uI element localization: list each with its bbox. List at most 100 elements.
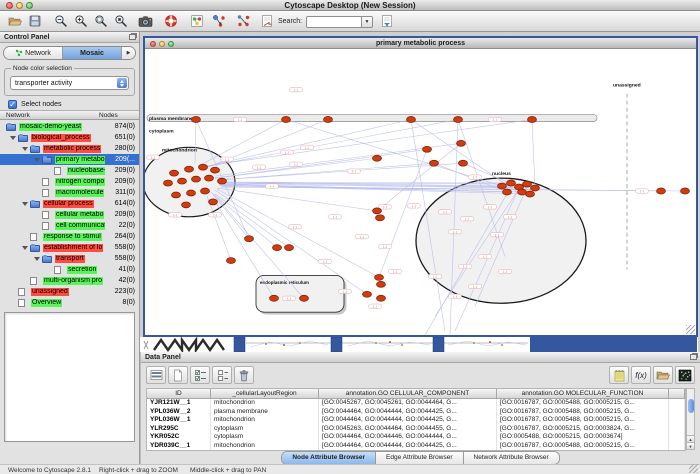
zoom-out-button[interactable]	[52, 13, 70, 29]
network-frame-titlebar[interactable]: primary metabolic process	[145, 38, 696, 49]
network-node[interactable]	[363, 291, 372, 297]
frame-zoom-button[interactable]	[168, 41, 174, 47]
snapshot-button[interactable]	[136, 13, 154, 29]
layout-button-2[interactable]	[234, 13, 252, 29]
network-node[interactable]	[199, 164, 208, 170]
scrollbar-thumb[interactable]	[688, 399, 694, 413]
tree-row-transport[interactable]: transport558(0)	[0, 253, 139, 264]
annotation-button[interactable]	[258, 13, 276, 29]
network-node[interactable]	[209, 199, 218, 205]
tree-row-nucleobase[interactable]: nucleobase-209(0)	[0, 165, 139, 176]
expand-triangle-icon[interactable]	[34, 158, 40, 162]
column-header-cellularlayoutregion[interactable]: _cellularLayoutRegion	[211, 389, 319, 399]
data-panel-float-icon[interactable]	[690, 354, 697, 360]
network-node[interactable]	[457, 140, 466, 146]
tree-row-unassigned[interactable]: unassigned223(0)	[0, 286, 139, 297]
network-node[interactable]	[523, 181, 532, 187]
minimize-button[interactable]	[16, 2, 23, 9]
select-nodes-checkbox[interactable]: ✓	[8, 100, 17, 109]
network-node[interactable]	[218, 178, 227, 184]
tree-row-secretion[interactable]: secretion41(0)	[0, 264, 139, 275]
tree-row-response-to-stimul[interactable]: response to stimul264(0)	[0, 231, 139, 242]
network-node[interactable]	[518, 189, 527, 195]
combobox-stepper-icon[interactable]	[117, 78, 127, 88]
network-node[interactable]	[227, 258, 236, 264]
import-attributes-button[interactable]	[653, 366, 673, 384]
unselect-all-attributes-button[interactable]	[212, 366, 232, 384]
network-node[interactable]	[681, 188, 690, 194]
annotation-pad-button[interactable]	[609, 366, 629, 384]
expand-triangle-icon[interactable]	[10, 136, 16, 140]
tree-row-biological-process[interactable]: biological_process651(0)	[0, 132, 139, 143]
column-header-annotation-go-cellular-component[interactable]: annotation.GO CELLULAR_COMPONENT	[319, 389, 497, 399]
network-node[interactable]	[164, 180, 173, 186]
network-node[interactable]	[192, 117, 201, 123]
tab-node-attribute-browser[interactable]: Node Attribute Browser	[282, 452, 376, 464]
tree-row-cellular-metabo[interactable]: cellular metabo209(0)	[0, 209, 139, 220]
table-row-ypl036w-2[interactable]: YPL036W__2plasma membrane[GO:0044464, GO…	[147, 408, 685, 417]
network-node[interactable]	[182, 202, 191, 208]
zoom-in-button[interactable]	[72, 13, 90, 29]
network-node[interactable]	[407, 117, 416, 123]
scroll-up-arrow[interactable]: ▲	[687, 435, 694, 442]
tree-row-overview[interactable]: Overview8(0)	[0, 297, 139, 308]
table-row-ydr039c-1[interactable]: YDR039C__1mitochondrion[GO:0044464, GO:0…	[147, 442, 685, 451]
tree-row-multi-organism-pro[interactable]: multi-organism pro42(0)	[0, 275, 139, 286]
network-node[interactable]	[170, 170, 179, 176]
window-resize-grip[interactable]	[689, 464, 698, 473]
network-node[interactable]	[377, 281, 386, 287]
network-node[interactable]	[528, 117, 537, 123]
advanced-search-button[interactable]	[378, 13, 396, 29]
network-node[interactable]	[526, 191, 535, 197]
network-node[interactable]	[324, 117, 333, 123]
search-dropdown-arrow[interactable]: ▼	[362, 16, 373, 28]
network-node[interactable]	[172, 192, 181, 198]
tab-mosaic[interactable]: Mosaic	[63, 47, 122, 59]
network-node[interactable]	[187, 190, 196, 196]
scroll-down-arrow[interactable]: ▼	[687, 442, 694, 449]
select-all-attributes-button[interactable]	[190, 366, 210, 384]
zoom-selected-button[interactable]	[92, 13, 110, 29]
tab-network[interactable]: Network	[4, 47, 63, 59]
column-header-annotation-go-molecular-function[interactable]: annotation.GO MOLECULAR_FUNCTION	[497, 389, 669, 399]
network-canvas[interactable]: plasma membrane cytoplasm mitochondrion …	[145, 49, 696, 335]
network-node[interactable]	[503, 189, 512, 195]
open-session-button[interactable]	[6, 13, 24, 29]
table-scrollbar[interactable]: ▲ ▼	[686, 388, 695, 450]
network-node[interactable]	[282, 117, 291, 123]
float-panel-icon[interactable]	[129, 34, 136, 40]
table-row-ypl036w-1[interactable]: YPL036W__1mitochondrion[GO:0044464, GO:0…	[147, 416, 685, 425]
expand-triangle-icon[interactable]	[22, 202, 28, 206]
attribute-table[interactable]: ID_cellularLayoutRegionannotation.GO CEL…	[146, 388, 686, 451]
attribute-select-button[interactable]	[146, 366, 166, 384]
network-node[interactable]	[423, 146, 432, 152]
network-node[interactable]	[211, 167, 220, 173]
save-session-button[interactable]	[26, 13, 44, 29]
table-row-yjr121w-1[interactable]: YJR121W__1mitochondrion[GO:0045267, GO:0…	[147, 399, 685, 408]
network-node[interactable]	[507, 180, 516, 186]
tree-row-cellular-process[interactable]: cellular process614(0)	[0, 198, 139, 209]
vizmapper-button[interactable]	[188, 13, 206, 29]
tree-row-primary-metabo[interactable]: primary metabo209(...	[0, 154, 139, 165]
tree-row-nitrogen-compo[interactable]: nitrogen compo209(0)	[0, 176, 139, 187]
network-node[interactable]	[245, 236, 254, 242]
network-node[interactable]	[192, 176, 201, 182]
help-button[interactable]	[162, 13, 180, 29]
network-node[interactable]	[373, 155, 382, 161]
layout-button-1[interactable]	[210, 13, 228, 29]
column-header-id[interactable]: ID	[147, 389, 211, 399]
zoom-fit-button[interactable]	[112, 13, 130, 29]
network-node[interactable]	[657, 188, 666, 194]
expand-triangle-icon[interactable]	[22, 246, 28, 250]
network-node[interactable]	[454, 117, 463, 123]
tree-row-cell-communicat[interactable]: cell communicat22(0)	[0, 220, 139, 231]
expand-triangle-icon[interactable]	[34, 257, 40, 261]
tab-overflow-arrow[interactable]: ▶	[122, 47, 135, 59]
expand-triangle-icon[interactable]	[22, 147, 28, 151]
tree-row-mosaic-demo-yeast[interactable]: mosaic-demo-yeast874(0)	[0, 121, 139, 132]
network-node[interactable]	[376, 215, 385, 221]
network-node[interactable]	[185, 166, 194, 172]
table-row-ykr052c[interactable]: YKR052Ccytoplasm[GO:0044464, GO:0044446,…	[147, 433, 685, 442]
table-row-ylr295c[interactable]: YLR295Ccytoplasm[GO:0045263, GO:0044464,…	[147, 425, 685, 434]
delete-attribute-button[interactable]	[234, 366, 254, 384]
